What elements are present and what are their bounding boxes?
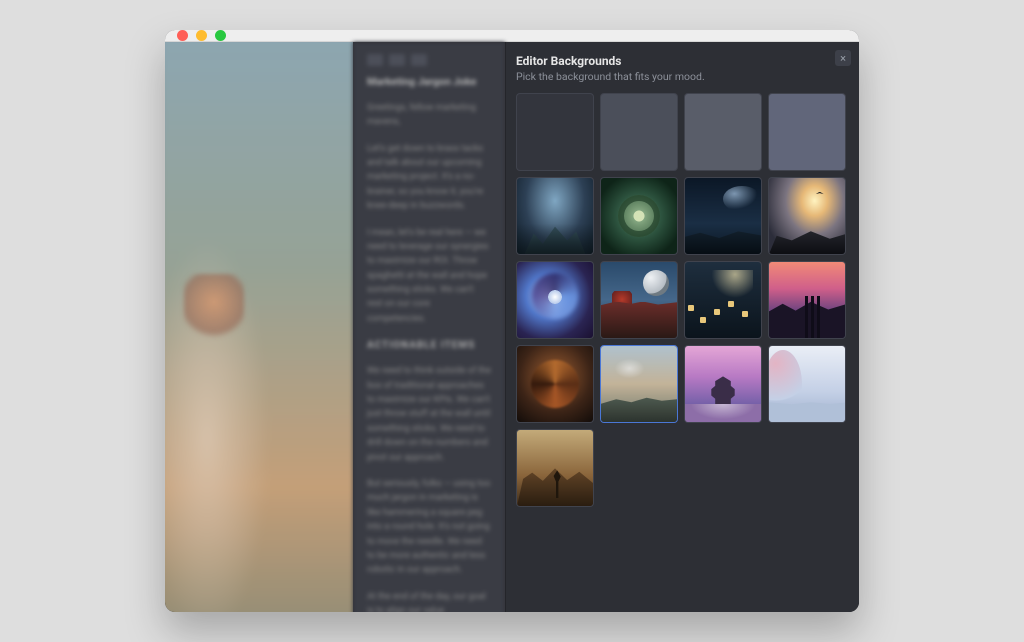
background-tile-magenta-dusk[interactable] xyxy=(768,261,846,339)
window-minimize-button[interactable] xyxy=(196,30,207,41)
background-tile-dragon-flame[interactable] xyxy=(516,345,594,423)
window-titlebar xyxy=(165,30,859,42)
thumbnail-art xyxy=(769,262,845,338)
thumbnail-art xyxy=(601,178,677,254)
background-tile-mountain-spires[interactable] xyxy=(516,177,594,255)
editor-document: Marketing Jargon Joke Greetings, fellow … xyxy=(353,42,505,612)
backgrounds-grid xyxy=(516,93,849,507)
background-tile-night-cliffs[interactable] xyxy=(684,177,762,255)
toolbar-button[interactable] xyxy=(389,54,405,66)
thumbnail-art xyxy=(517,346,593,422)
panel-subtitle: Pick the background that fits your mood. xyxy=(516,70,849,83)
toolbar-button[interactable] xyxy=(411,54,427,66)
panel-title: Editor Backgrounds xyxy=(516,54,849,68)
background-tile-desert-canyon[interactable] xyxy=(516,429,594,507)
panel-close-button[interactable]: × xyxy=(835,50,851,66)
background-tile-solid-slate[interactable] xyxy=(600,93,678,171)
backgrounds-panel: × Editor Backgrounds Pick the background… xyxy=(505,42,859,612)
toolbar-button[interactable] xyxy=(367,54,383,66)
background-tile-lantern-harbor[interactable] xyxy=(684,261,762,339)
document-subhead: ACTIONABLE ITEMS xyxy=(367,338,491,354)
thumbnail-art xyxy=(517,262,593,338)
thumbnail-art xyxy=(685,262,761,338)
document-paragraph: I mean, let's be real here — we need to … xyxy=(367,226,491,327)
background-tile-forest-portal[interactable] xyxy=(600,177,678,255)
thumbnail-art xyxy=(769,94,845,170)
thumbnail-art xyxy=(517,178,593,254)
window-zoom-button[interactable] xyxy=(215,30,226,41)
thumbnail-art xyxy=(517,94,593,170)
document-paragraph: Let's get down to brass tacks and talk a… xyxy=(367,142,491,214)
document-paragraph: We need to think outside of the box of t… xyxy=(367,364,491,465)
thumbnail-art xyxy=(517,430,593,506)
thumbnail-art xyxy=(601,262,677,338)
document-paragraph: But seriously, folks — using too much ja… xyxy=(367,477,491,578)
app-window: Marketing Jargon Joke Greetings, fellow … xyxy=(165,30,859,612)
background-tile-nebula-swirl[interactable] xyxy=(516,261,594,339)
background-tile-solid-graphite[interactable] xyxy=(684,93,762,171)
thumbnail-art xyxy=(601,346,677,422)
background-tile-cherry-pagoda[interactable] xyxy=(684,345,762,423)
thumbnail-art xyxy=(685,94,761,170)
thumbnail-art xyxy=(769,346,845,422)
editor-background-preview xyxy=(165,42,353,612)
background-tile-misty-meadow[interactable] xyxy=(600,345,678,423)
document-greeting: Greetings, fellow marketing mavens, xyxy=(367,101,491,130)
background-tile-moonlit-temple[interactable] xyxy=(600,261,678,339)
document-paragraph: At the end of the day, our goal is to al… xyxy=(367,590,491,612)
background-tile-winter-blossom[interactable] xyxy=(768,345,846,423)
background-tile-sunset-bird[interactable] xyxy=(768,177,846,255)
background-tile-solid-steel[interactable] xyxy=(768,93,846,171)
background-tile-solid-dark[interactable] xyxy=(516,93,594,171)
thumbnail-art xyxy=(769,178,845,254)
window-close-button[interactable] xyxy=(177,30,188,41)
thumbnail-art xyxy=(685,346,761,422)
thumbnail-art xyxy=(601,94,677,170)
editor-toolbar xyxy=(367,54,491,66)
thumbnail-art xyxy=(685,178,761,254)
document-title: Marketing Jargon Joke xyxy=(367,74,491,91)
